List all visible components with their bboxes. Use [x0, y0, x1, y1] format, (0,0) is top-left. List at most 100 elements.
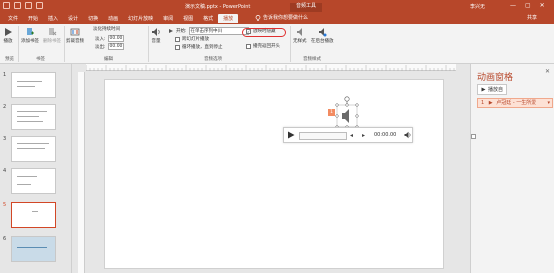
slide-number: 3	[3, 136, 7, 142]
slide-number: 6	[3, 236, 7, 242]
tab-5[interactable]: 动画	[103, 14, 123, 23]
tab-4[interactable]: 切换	[83, 14, 103, 23]
rewind-check[interactable]	[246, 43, 251, 49]
start-label: 开始:	[176, 29, 187, 34]
start-dropdown[interactable]: 在单击序列中(I)	[188, 27, 249, 35]
slide-number: 4	[3, 168, 7, 174]
play-in-background-button[interactable]: 在后台播放	[311, 27, 334, 44]
window-title: 演示文稿.pptx - PowerPoint	[185, 4, 251, 10]
fade-out-spinner[interactable]: 00.00	[107, 43, 125, 50]
audio-progress-bar[interactable]	[299, 132, 347, 140]
tab-9[interactable]: 格式	[198, 14, 218, 23]
animation-list-item[interactable]: 1 ▶ 卢冠廷 - 一生所爱 ▾	[471, 98, 553, 139]
group-bookmarks-label: 书签	[36, 57, 45, 62]
play-from-button[interactable]: 播放自	[477, 84, 508, 95]
trim-audio-icon	[70, 28, 80, 36]
start-from-beginning-icon[interactable]	[36, 2, 43, 9]
rewind-checkbox[interactable]: 播完返回开头	[246, 43, 280, 49]
tab-8[interactable]: 视图	[178, 14, 198, 23]
trim-audio-button[interactable]: 剪裁音频	[66, 27, 84, 44]
redo-icon[interactable]	[25, 2, 32, 9]
title-bar: 演示文稿.pptx - PowerPoint 音频工具 李兴无 — ▢ ✕	[0, 0, 554, 12]
remove-bookmark-icon	[49, 28, 57, 36]
undo-icon[interactable]	[14, 2, 21, 9]
share-button[interactable]: 共享	[527, 14, 537, 21]
add-bookmark-icon	[27, 28, 34, 35]
animation-item-index: 1	[481, 100, 485, 106]
fade-in-label: 淡入:	[95, 36, 106, 42]
contextual-tools-label: 音频工具	[290, 3, 323, 12]
slide-number: 1	[3, 72, 7, 78]
fade-in-spinner[interactable]: 00.00	[107, 35, 125, 42]
tell-me-box[interactable]: 告诉我你想要做什么	[255, 14, 308, 21]
slide-thumbnail-5[interactable]	[11, 202, 56, 228]
divider	[18, 26, 19, 62]
play-icon	[5, 28, 12, 36]
remove-bookmark-label: 删除书签	[43, 39, 61, 44]
tab-2[interactable]: 插入	[43, 14, 63, 23]
tab-1[interactable]: 开始	[23, 14, 43, 23]
divider	[290, 26, 291, 62]
slide-thumbnail-3[interactable]	[11, 136, 56, 162]
close-button[interactable]: ✕	[540, 2, 545, 9]
maximize-button[interactable]: ▢	[525, 2, 531, 9]
user-name[interactable]: 李兴无	[470, 3, 485, 10]
minimize-button[interactable]: —	[510, 2, 516, 9]
audio-player: ◂ ▸ 00:00.00	[283, 127, 413, 143]
speaker-icon[interactable]	[404, 131, 412, 139]
play-in-background-label: 在后台播放	[311, 39, 334, 44]
save-icon[interactable]	[3, 2, 10, 9]
slide-thumbnail-2[interactable]	[11, 104, 56, 130]
chevron-down-icon[interactable]: ▾	[547, 99, 550, 107]
trim-audio-label: 剪裁音频	[66, 39, 84, 44]
group-preview-label: 预览	[5, 57, 14, 62]
group-audio-options-label: 音频选项	[204, 57, 222, 62]
slide-canvas[interactable]	[104, 79, 444, 269]
start-icon	[169, 29, 173, 33]
fade-in-control: 淡入: 00.00	[95, 35, 125, 42]
cross-slides-checkbox[interactable]: 跨幻灯片播放	[175, 36, 209, 42]
add-bookmark-button[interactable]: 添加书签	[21, 27, 39, 44]
loop-checkbox[interactable]: 循环播放，直到停止	[175, 44, 223, 50]
divider	[64, 26, 65, 62]
ruler-ticks	[86, 65, 455, 71]
animation-item-checkbox[interactable]	[471, 134, 476, 139]
seek-forward-icon[interactable]: ▸	[362, 132, 365, 139]
horizontal-ruler	[86, 64, 456, 71]
remove-bookmark-button[interactable]: 删除书签	[43, 27, 61, 44]
animation-pane-title: 动画窗格	[477, 73, 514, 83]
play-in-background-icon	[319, 28, 327, 37]
no-style-label: 无样式	[293, 39, 307, 44]
tab-10[interactable]: 播放	[218, 14, 239, 23]
animation-order-tag[interactable]: 1	[328, 109, 335, 116]
tab-3[interactable]: 设计	[63, 14, 83, 23]
highlight-circle	[242, 28, 286, 37]
tab-7[interactable]: 审阅	[158, 14, 178, 23]
rewind-label: 播完返回开头	[253, 44, 280, 49]
add-bookmark-label: 添加书签	[21, 39, 39, 44]
slide-thumbnail-1[interactable]	[11, 72, 56, 98]
divider	[148, 26, 149, 62]
tab-list: 文件 开始 插入 设计 切换 动画 幻灯片放映 审阅 视图 格式 播放	[3, 14, 239, 23]
preview-play-button[interactable]: 播放	[3, 27, 13, 44]
no-style-button[interactable]: 无样式	[293, 27, 307, 44]
tab-6[interactable]: 幻灯片放映	[123, 14, 158, 23]
play-from-label: 播放自	[488, 87, 504, 93]
vertical-ruler	[78, 72, 85, 273]
seek-back-icon[interactable]: ◂	[350, 132, 353, 139]
start-control: 开始: 在单击序列中(I)	[168, 27, 249, 35]
slide-thumbnail-6[interactable]	[11, 236, 56, 262]
volume-label: 音量	[151, 39, 161, 44]
loop-check[interactable]	[175, 44, 180, 50]
close-icon[interactable]: ✕	[545, 68, 550, 75]
slide-thumbnail-4[interactable]	[11, 168, 56, 194]
volume-button[interactable]: 音量	[151, 27, 161, 44]
fade-duration-label: 淡化持续时间	[93, 27, 120, 32]
play-icon[interactable]	[287, 131, 295, 139]
speaker-icon	[152, 28, 160, 36]
tab-0[interactable]: 文件	[3, 14, 23, 23]
cross-slides-check[interactable]	[175, 36, 180, 42]
audio-object-icon[interactable]	[335, 96, 359, 130]
tell-me-text: 告诉我你想要做什么	[263, 15, 309, 21]
cross-slides-label: 跨幻灯片播放	[182, 37, 209, 42]
